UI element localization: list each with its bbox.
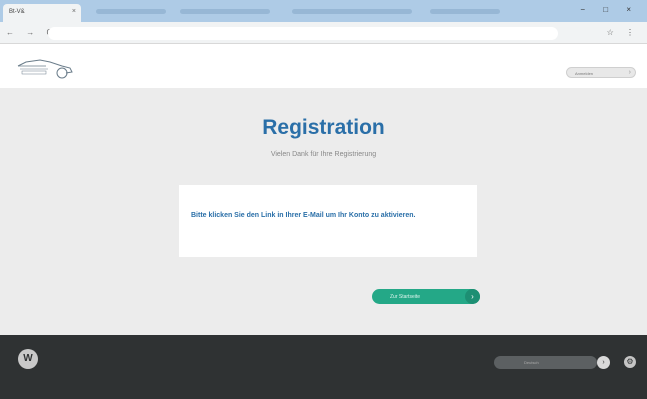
site-header: Anmelden ›: [0, 44, 647, 88]
site-footer: W Deutsch › ⚙: [0, 335, 647, 399]
car-logo-icon[interactable]: [16, 54, 74, 80]
blurred-tab: [292, 9, 412, 14]
language-select[interactable]: Deutsch: [494, 356, 597, 369]
browser-menu-icon[interactable]: ☆ ⋮: [607, 28, 639, 37]
brand-logo-icon[interactable]: W: [18, 349, 38, 369]
address-bar-row: ← → C ☆ ⋮: [0, 22, 647, 44]
home-button[interactable]: Zur Startseite ›: [372, 289, 480, 304]
message-card: Bitte klicken Sie den Link in Ihrer E-Ma…: [179, 185, 477, 257]
gear-icon[interactable]: ⚙: [624, 356, 636, 368]
main-content: Registration Vielen Dank für Ihre Regist…: [0, 88, 647, 335]
tab-title: Bt-V&: [9, 9, 25, 15]
page-subtitle: Vielen Dank für Ihre Registrierung: [270, 151, 377, 158]
activation-message: Bitte klicken Sie den Link in Ihrer E-Ma…: [191, 212, 416, 219]
chevron-right-icon[interactable]: ›: [597, 356, 610, 369]
chevron-right-icon: ›: [628, 69, 631, 76]
browser-chrome: Bt-V& × − □ × ← → C ☆ ⋮: [0, 0, 647, 44]
blurred-tab: [96, 9, 166, 14]
login-button[interactable]: Anmelden ›: [566, 67, 636, 78]
page-title: Registration: [262, 116, 385, 139]
arrow-right-icon: ›: [465, 289, 480, 304]
blurred-tab: [180, 9, 270, 14]
close-tab-icon[interactable]: ×: [72, 8, 76, 15]
blurred-tab: [430, 9, 500, 14]
tab-strip: Bt-V& × − □ ×: [0, 0, 647, 22]
browser-tab[interactable]: Bt-V& ×: [3, 4, 81, 22]
login-label: Anmelden: [575, 71, 594, 76]
window-controls[interactable]: − □ ×: [580, 5, 639, 14]
home-button-label: Zur Startseite: [390, 294, 421, 300]
url-input[interactable]: [48, 27, 558, 40]
